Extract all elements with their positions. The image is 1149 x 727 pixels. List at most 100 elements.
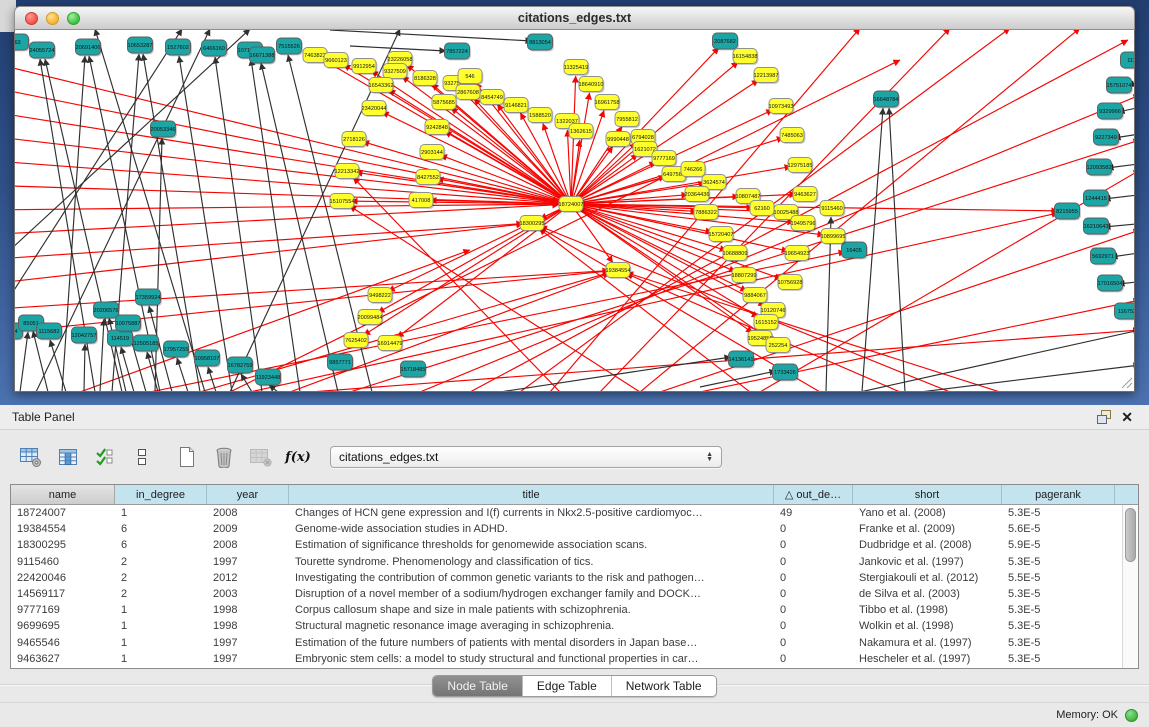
graph-node[interactable]: 19495796: [791, 216, 817, 232]
graph-node[interactable]: 8454749: [480, 90, 505, 106]
graph-node[interactable]: 746266: [681, 162, 706, 178]
column-header[interactable]: short: [853, 485, 1002, 504]
graph-node[interactable]: 10688809: [723, 246, 749, 262]
column-header[interactable]: title: [289, 485, 774, 504]
graph-node[interactable]: 12213987: [754, 68, 780, 84]
graph-edge[interactable]: [330, 30, 532, 41]
graph-node[interactable]: 2867608: [456, 85, 481, 101]
graph-edge[interactable]: [215, 57, 262, 391]
graph-node[interactable]: 18640910: [579, 77, 605, 93]
table-row[interactable]: 946554611997Estimation of the future num…: [11, 635, 1138, 651]
graph-edge[interactable]: [100, 319, 104, 391]
graph-node[interactable]: 9463627: [793, 187, 818, 203]
graph-node[interactable]: 10975887: [116, 315, 142, 332]
graph-edge[interactable]: [84, 344, 85, 391]
graph-node[interactable]: 16914479: [378, 336, 404, 352]
graph-node[interactable]: 17359924: [136, 289, 162, 306]
graph-node[interactable]: 14136141: [729, 351, 755, 368]
graph-node[interactable]: 10973493: [769, 99, 795, 115]
zoom-button[interactable]: [67, 12, 80, 25]
graph-node[interactable]: 7625402: [344, 333, 369, 349]
column-header[interactable]: pagerank: [1002, 485, 1115, 504]
graph-node[interactable]: 8215955: [1055, 203, 1081, 220]
graph-node[interactable]: 15718485: [401, 361, 427, 378]
graph-edge[interactable]: [179, 56, 232, 391]
graph-node[interactable]: 9884067: [743, 288, 768, 304]
graph-node[interactable]: 23420044: [362, 101, 388, 117]
graph-node[interactable]: 12505185: [134, 335, 160, 352]
graph-node[interactable]: 6466160: [202, 40, 228, 57]
graph-node[interactable]: 11325419: [564, 60, 590, 76]
delete-column-button[interactable]: [248, 444, 274, 470]
graph-node[interactable]: 163: [15, 34, 30, 51]
graph-node[interactable]: 10756928: [778, 275, 804, 291]
graph-node[interactable]: 20099484: [358, 310, 384, 326]
graph-node[interactable]: 114519: [108, 330, 134, 347]
graph-node[interactable]: 7886322: [694, 205, 719, 221]
column-header[interactable]: name: [11, 485, 115, 504]
graph-node[interactable]: 7857224: [445, 43, 471, 60]
show-columns-button[interactable]: [55, 444, 81, 470]
graph-node[interactable]: 17016504: [1098, 275, 1124, 292]
graph-node[interactable]: 9990448: [606, 132, 631, 148]
graph-node[interactable]: 16405: [842, 242, 868, 259]
table-row[interactable]: 911546021997Tourette syndrome. Phenomeno…: [11, 554, 1138, 570]
graph-node[interactable]: 7515526: [277, 38, 303, 55]
minimize-button[interactable]: [46, 12, 59, 25]
graph-node[interactable]: 20364436: [685, 187, 711, 203]
graph-node[interactable]: 18807299: [732, 268, 758, 284]
graph-node[interactable]: 9146821: [504, 98, 529, 114]
graph-node[interactable]: 19384554: [606, 263, 632, 279]
tab-network-table[interactable]: Network Table: [612, 676, 716, 696]
graph-node[interactable]: 16210643: [1084, 218, 1110, 235]
graph-node[interactable]: 1115682: [37, 323, 63, 340]
delete-table-button[interactable]: [211, 444, 237, 470]
graph-node[interactable]: 15107554: [330, 194, 356, 210]
graph-node[interactable]: 7955812: [615, 112, 640, 128]
graph-edge[interactable]: [15, 30, 182, 312]
column-header[interactable]: in_degree: [115, 485, 207, 504]
graph-node[interactable]: 16648784: [874, 91, 900, 108]
graph-node[interactable]: 1615152: [754, 315, 779, 331]
float-panel-button[interactable]: [1093, 410, 1117, 424]
graph-node[interactable]: 2718126: [342, 132, 367, 148]
graph-node[interactable]: 62160: [750, 201, 775, 217]
table-row[interactable]: 1830029562008Estimation of significance …: [11, 537, 1138, 553]
window-titlebar[interactable]: citations_edges.txt: [14, 6, 1135, 30]
graph-node[interactable]: 9498222: [368, 288, 393, 304]
unselect-all-button[interactable]: [129, 444, 155, 470]
graph-node[interactable]: 8813054: [528, 34, 554, 51]
function-builder-button[interactable]: f(x): [285, 444, 311, 470]
graph-node[interactable]: 16671388: [250, 47, 276, 64]
graph-node[interactable]: 15751074: [1107, 77, 1133, 94]
graph-node[interactable]: 9660123: [324, 53, 349, 69]
select-all-button[interactable]: [92, 444, 118, 470]
graph-node[interactable]: 9857771: [328, 354, 354, 371]
graph-node[interactable]: 417008: [409, 193, 434, 209]
graph-node[interactable]: 7485063: [780, 128, 805, 144]
graph-edge[interactable]: [121, 347, 134, 391]
graph-node[interactable]: 12975185: [788, 158, 814, 174]
graph-node[interactable]: 2903144: [420, 145, 445, 161]
graph-node[interactable]: 5875685: [432, 95, 457, 111]
graph-node[interactable]: 1112: [1121, 52, 1135, 69]
graph-node[interactable]: 12042757: [72, 327, 98, 344]
graph-node[interactable]: 9242848: [425, 120, 450, 136]
network-canvas[interactable]: 1632405572420691406106532871527602646616…: [14, 30, 1135, 392]
table-row[interactable]: 2242004622012Investigating the contribut…: [11, 570, 1138, 586]
graph-edge[interactable]: [567, 130, 571, 204]
graph-node[interactable]: 1527602: [166, 39, 192, 56]
graph-edge[interactable]: [920, 365, 1134, 391]
close-panel-button[interactable]: ✕: [1117, 409, 1137, 426]
graph-node[interactable]: 12213342: [335, 164, 361, 180]
canvas-resize-grip[interactable]: [1122, 378, 1132, 388]
graph-node[interactable]: 9115460: [820, 201, 845, 217]
graph-edge[interactable]: [363, 142, 571, 204]
graph-node[interactable]: 10899695: [821, 229, 847, 245]
graph-edge[interactable]: [20, 332, 28, 391]
column-header[interactable]: △ out_de…: [774, 485, 853, 504]
graph-node[interactable]: 9912954: [352, 59, 377, 75]
graph-edge[interactable]: [350, 46, 446, 51]
graph-edge[interactable]: [500, 357, 731, 391]
graph-node[interactable]: 5692971: [1091, 248, 1117, 265]
